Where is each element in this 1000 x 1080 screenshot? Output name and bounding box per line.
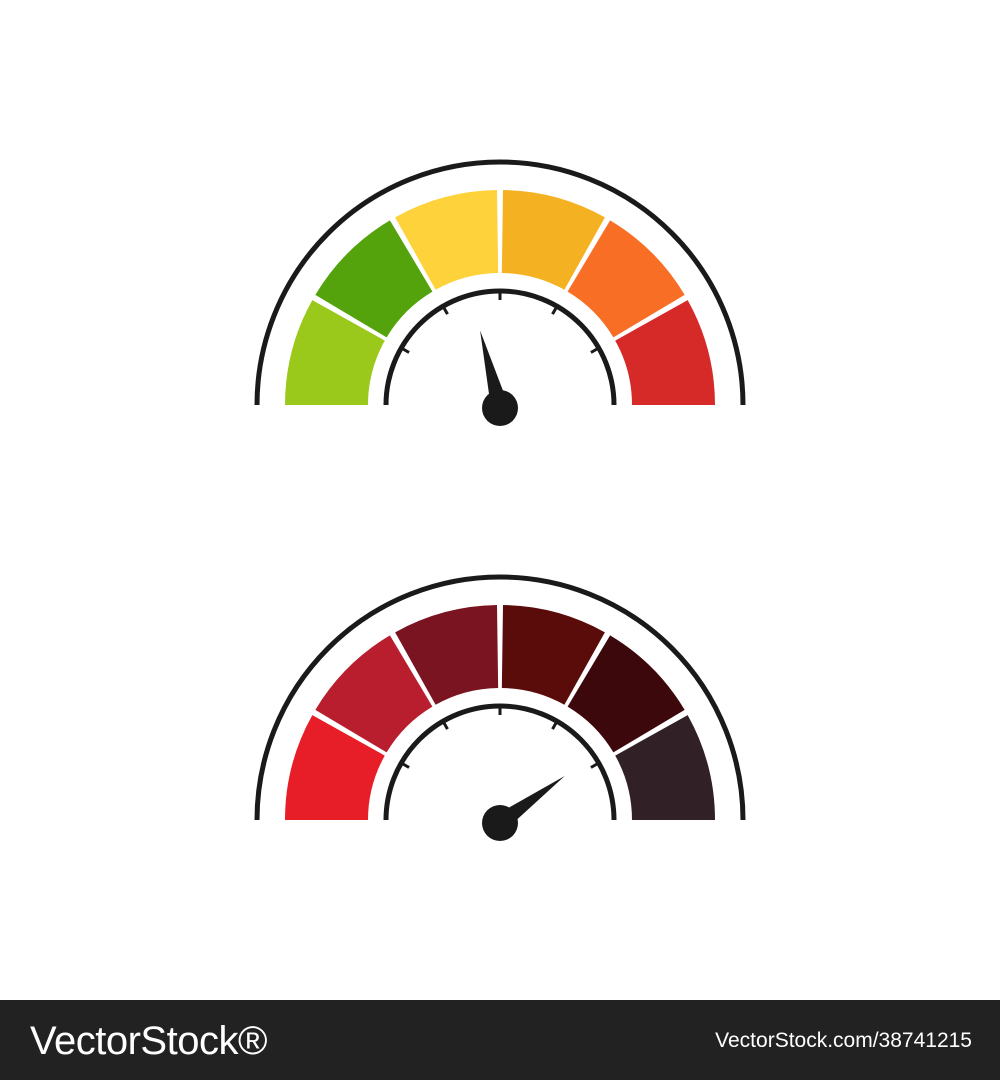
dial-tick [551, 720, 559, 730]
dial-tick [400, 346, 410, 354]
needle-hub [482, 805, 518, 841]
dial-tick [441, 720, 449, 730]
needle-hub [482, 390, 518, 426]
dial-tick [551, 305, 559, 315]
dial-tick [441, 305, 449, 315]
dial-tick [590, 346, 600, 354]
gauge-top [254, 159, 746, 426]
vectorstock-logo: VectorStock® [30, 1019, 267, 1063]
watermark-footer: VectorStock® VectorStock.com/38741215 [0, 1000, 1000, 1080]
dial-tick [590, 761, 600, 769]
dial-tick [400, 761, 410, 769]
gauge-illustration [254, 159, 746, 841]
dial-arc [383, 703, 617, 821]
gauge-bottom [254, 574, 746, 841]
image-id-url: VectorStock.com/38741215 [715, 1029, 972, 1052]
